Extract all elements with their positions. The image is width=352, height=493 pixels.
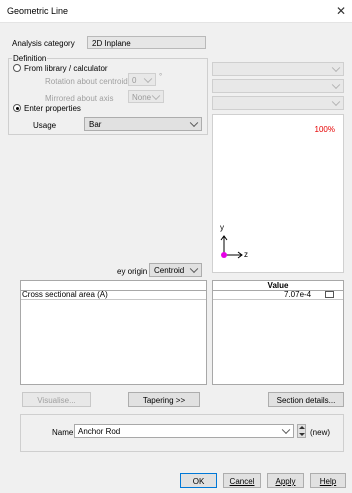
spin-down-icon[interactable] <box>299 433 305 436</box>
help-button[interactable]: Help <box>310 473 346 488</box>
usage-label: Usage <box>33 121 57 130</box>
rotation-value: 0 <box>132 76 137 85</box>
chevron-down-icon <box>151 91 161 100</box>
from-library-radio[interactable] <box>13 64 21 72</box>
value-header-label: Value <box>267 281 289 290</box>
name-input[interactable]: Anchor Rod <box>74 424 294 438</box>
analysis-category-field: 2D Inplane <box>87 36 206 49</box>
ey-origin-combo[interactable]: Centroid <box>149 263 202 277</box>
rotation-combo[interactable]: 0 <box>128 73 156 86</box>
chevron-down-icon <box>331 97 341 107</box>
analysis-category-value: 2D Inplane <box>92 39 131 48</box>
chevron-down-icon <box>331 80 341 90</box>
cancel-button[interactable]: Cancel <box>223 473 261 488</box>
table-row[interactable]: 7.07e-4 <box>213 290 343 300</box>
tapering-button[interactable]: Tapering >> <box>128 392 200 407</box>
spin-up-icon[interactable] <box>299 426 305 429</box>
definition-group-label: Definition <box>12 54 48 63</box>
apply-button[interactable]: Apply <box>267 473 304 488</box>
calculator-icon[interactable] <box>325 291 334 298</box>
rotation-label: Rotation about centroid <box>45 77 128 86</box>
chevron-down-icon <box>189 264 199 274</box>
close-icon[interactable]: ✕ <box>333 3 349 19</box>
ey-origin-value: Centroid <box>154 266 185 275</box>
mirrored-value: None <box>132 93 152 102</box>
visualise-button[interactable]: Visualise... <box>22 392 91 407</box>
chevron-down-icon <box>189 118 199 128</box>
analysis-category-label: Analysis category <box>12 39 75 48</box>
ey-origin-label: ey origin <box>117 267 148 276</box>
property-name: Cross sectional area (A) <box>22 290 108 299</box>
table-row[interactable]: Cross sectional area (A) <box>21 290 206 300</box>
mirrored-label: Mirrored about axis <box>45 94 114 103</box>
library-combo-1[interactable] <box>212 62 344 76</box>
chevron-down-icon <box>143 74 153 83</box>
rotation-unit: ° <box>159 72 163 81</box>
y-axis-label: y <box>220 223 224 232</box>
property-value[interactable]: 7.07e-4 <box>284 290 311 299</box>
mirrored-combo[interactable]: None <box>128 90 164 103</box>
title-bar: Geometric Line ✕ <box>0 0 352 23</box>
chevron-down-icon[interactable] <box>281 425 291 435</box>
enter-properties-radio[interactable] <box>13 104 21 112</box>
enter-properties-label[interactable]: Enter properties <box>24 104 81 113</box>
from-library-label[interactable]: From library / calculator <box>24 64 108 73</box>
zoom-level: 100% <box>314 125 335 134</box>
name-value: Anchor Rod <box>78 427 121 436</box>
ok-button[interactable]: OK <box>180 473 217 488</box>
name-spinner[interactable] <box>297 424 306 438</box>
z-axis-label: z <box>244 250 248 259</box>
library-combo-2[interactable] <box>212 79 344 93</box>
chevron-down-icon <box>331 63 341 73</box>
library-combo-3[interactable] <box>212 96 344 110</box>
property-name-list: Cross sectional area (A) <box>20 280 207 385</box>
new-indicator: (new) <box>310 428 331 437</box>
name-label: Name <box>52 428 74 437</box>
usage-value: Bar <box>89 120 102 129</box>
window-title: Geometric Line <box>7 6 69 16</box>
section-details-button[interactable]: Section details... <box>268 392 344 407</box>
property-value-grid: Value 7.07e-4 <box>212 280 344 385</box>
usage-combo[interactable]: Bar <box>84 117 202 131</box>
origin-dot <box>221 252 227 258</box>
section-preview: 100% y z <box>212 114 344 273</box>
